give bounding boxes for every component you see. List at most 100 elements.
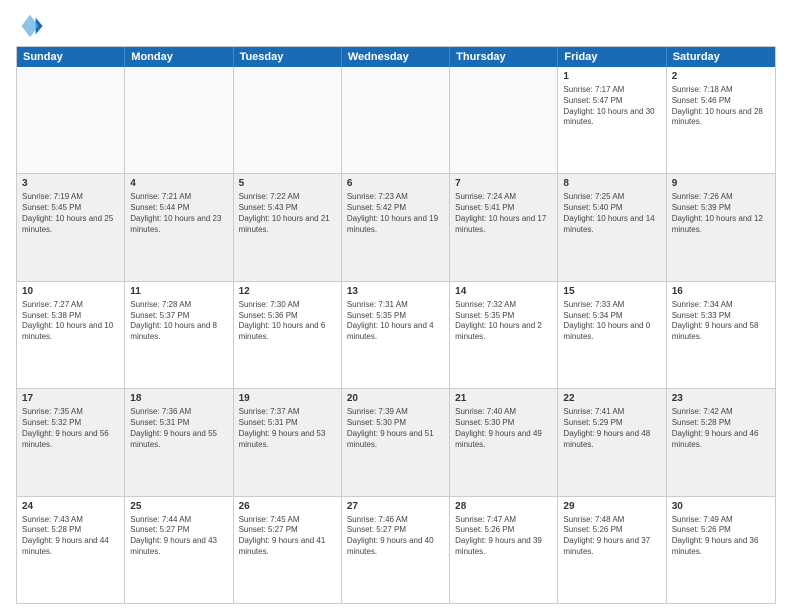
- cal-cell-26: 26Sunrise: 7:45 AM Sunset: 5:27 PM Dayli…: [234, 497, 342, 603]
- cal-row-3: 17 Sunrise: 7:35 AM Sunset: 5:32 PM Dayli…: [17, 388, 775, 495]
- day-number: 15: [563, 285, 660, 298]
- cal-cell-11: 11 Sunrise: 7:28 AM Sunset: 5:37 PM Dayli…: [125, 282, 233, 388]
- page: SundayMondayTuesdayWednesdayThursdayFrid…: [0, 0, 792, 612]
- cell-text: Sunrise: 7:39 AM Sunset: 5:30 PM Dayligh…: [347, 407, 444, 450]
- cell-text: Sunrise: 7:46 AM Sunset: 5:27 PM Dayligh…: [347, 515, 444, 558]
- header-day-friday: Friday: [558, 47, 666, 67]
- cal-cell-8: 8 Sunrise: 7:25 AM Sunset: 5:40 PM Daylig…: [558, 174, 666, 280]
- cal-cell-2: 2 Sunrise: 7:18 AM Sunset: 5:46 PM Daylig…: [667, 67, 775, 173]
- cell-text: Sunrise: 7:41 AM Sunset: 5:29 PM Dayligh…: [563, 407, 660, 450]
- cal-cell-4: 4 Sunrise: 7:21 AM Sunset: 5:44 PM Daylig…: [125, 174, 233, 280]
- cal-cell-12: 12Sunrise: 7:30 AM Sunset: 5:36 PM Dayli…: [234, 282, 342, 388]
- cal-cell-16: 16 Sunrise: 7:34 AM Sunset: 5:33 PM Dayli…: [667, 282, 775, 388]
- cal-cell-6: 6 Sunrise: 7:23 AM Sunset: 5:42 PM Daylig…: [342, 174, 450, 280]
- cal-cell-9: 9 Sunrise: 7:26 AM Sunset: 5:39 PM Daylig…: [667, 174, 775, 280]
- cal-cell-empty-0: [17, 67, 125, 173]
- cell-text: Sunrise: 7:44 AM Sunset: 5:27 PM Dayligh…: [130, 515, 227, 558]
- cal-cell-30: 30Sunrise: 7:49 AM Sunset: 5:26 PM Dayli…: [667, 497, 775, 603]
- day-number: 11: [130, 285, 227, 298]
- day-number: 17: [22, 392, 119, 405]
- day-number: 8: [563, 177, 660, 190]
- cal-cell-25: 25 Sunrise: 7:44 AM Sunset: 5:27 PM Dayli…: [125, 497, 233, 603]
- cell-text: Sunrise: 7:47 AM Sunset: 5:26 PM Dayligh…: [455, 515, 552, 558]
- cell-text: Sunrise: 7:31 AM Sunset: 5:35 PM Dayligh…: [347, 300, 444, 343]
- cell-text: Sunrise: 7:34 AM Sunset: 5:33 PM Dayligh…: [672, 300, 770, 343]
- cell-text: Sunrise: 7:25 AM Sunset: 5:40 PM Dayligh…: [563, 192, 660, 235]
- cell-text: Sunrise: 7:26 AM Sunset: 5:39 PM Dayligh…: [672, 192, 770, 235]
- cal-cell-empty-2: [234, 67, 342, 173]
- header-day-tuesday: Tuesday: [234, 47, 342, 67]
- header-day-saturday: Saturday: [667, 47, 775, 67]
- day-number: 16: [672, 285, 770, 298]
- logo-icon: [16, 12, 44, 40]
- cell-text: Sunrise: 7:18 AM Sunset: 5:46 PM Dayligh…: [672, 85, 770, 128]
- day-number: 27: [347, 500, 444, 513]
- cell-text: Sunrise: 7:37 AM Sunset: 5:31 PM Dayligh…: [239, 407, 336, 450]
- cell-text: Sunrise: 7:17 AM Sunset: 5:47 PM Dayligh…: [563, 85, 660, 128]
- cal-cell-15: 15 Sunrise: 7:33 AM Sunset: 5:34 PM Dayli…: [558, 282, 666, 388]
- header: [16, 12, 776, 40]
- cell-text: Sunrise: 7:43 AM Sunset: 5:28 PM Dayligh…: [22, 515, 119, 558]
- cal-row-0: 1 Sunrise: 7:17 AM Sunset: 5:47 PM Daylig…: [17, 67, 775, 173]
- header-day-sunday: Sunday: [17, 47, 125, 67]
- cell-text: Sunrise: 7:48 AM Sunset: 5:26 PM Dayligh…: [563, 515, 660, 558]
- cal-cell-empty-4: [450, 67, 558, 173]
- day-number: 7: [455, 177, 552, 190]
- calendar-header: SundayMondayTuesdayWednesdayThursdayFrid…: [17, 47, 775, 67]
- day-number: 14: [455, 285, 552, 298]
- day-number: 28: [455, 500, 552, 513]
- day-number: 25: [130, 500, 227, 513]
- cell-text: Sunrise: 7:45 AM Sunset: 5:27 PM Dayligh…: [239, 515, 336, 558]
- cal-cell-21: 21 Sunrise: 7:40 AM Sunset: 5:30 PM Dayli…: [450, 389, 558, 495]
- day-number: 3: [22, 177, 119, 190]
- cell-text: Sunrise: 7:40 AM Sunset: 5:30 PM Dayligh…: [455, 407, 552, 450]
- cell-text: Sunrise: 7:35 AM Sunset: 5:32 PM Dayligh…: [22, 407, 119, 450]
- cell-text: Sunrise: 7:42 AM Sunset: 5:28 PM Dayligh…: [672, 407, 770, 450]
- cal-cell-28: 28 Sunrise: 7:47 AM Sunset: 5:26 PM Dayli…: [450, 497, 558, 603]
- header-day-monday: Monday: [125, 47, 233, 67]
- cell-text: Sunrise: 7:36 AM Sunset: 5:31 PM Dayligh…: [130, 407, 227, 450]
- calendar-body: 1 Sunrise: 7:17 AM Sunset: 5:47 PM Daylig…: [17, 67, 775, 603]
- cal-row-2: 10 Sunrise: 7:27 AM Sunset: 5:38 PM Dayli…: [17, 281, 775, 388]
- day-number: 30: [672, 500, 770, 513]
- day-number: 10: [22, 285, 119, 298]
- day-number: 22: [563, 392, 660, 405]
- cal-cell-5: 5 Sunrise: 7:22 AM Sunset: 5:43 PM Daylig…: [234, 174, 342, 280]
- day-number: 12: [239, 285, 336, 298]
- cal-cell-19: 19 Sunrise: 7:37 AM Sunset: 5:31 PM Dayli…: [234, 389, 342, 495]
- day-number: 18: [130, 392, 227, 405]
- cell-text: Sunrise: 7:28 AM Sunset: 5:37 PM Dayligh…: [130, 300, 227, 343]
- cal-cell-empty-1: [125, 67, 233, 173]
- cell-text: Sunrise: 7:21 AM Sunset: 5:44 PM Dayligh…: [130, 192, 227, 235]
- day-number: 24: [22, 500, 119, 513]
- cell-text: Sunrise: 7:24 AM Sunset: 5:41 PM Dayligh…: [455, 192, 552, 235]
- day-number: 13: [347, 285, 444, 298]
- cell-text: Sunrise: 7:33 AM Sunset: 5:34 PM Dayligh…: [563, 300, 660, 343]
- cal-cell-1: 1 Sunrise: 7:17 AM Sunset: 5:47 PM Daylig…: [558, 67, 666, 173]
- cal-cell-24: 24 Sunrise: 7:43 AM Sunset: 5:28 PM Dayli…: [17, 497, 125, 603]
- day-number: 1: [563, 70, 660, 83]
- day-number: 4: [130, 177, 227, 190]
- logo: [16, 12, 48, 40]
- cal-cell-20: 20Sunrise: 7:39 AM Sunset: 5:30 PM Dayli…: [342, 389, 450, 495]
- day-number: 19: [239, 392, 336, 405]
- day-number: 5: [239, 177, 336, 190]
- day-number: 2: [672, 70, 770, 83]
- cal-cell-22: 22 Sunrise: 7:41 AM Sunset: 5:29 PM Dayli…: [558, 389, 666, 495]
- cal-cell-29: 29Sunrise: 7:48 AM Sunset: 5:26 PM Dayli…: [558, 497, 666, 603]
- day-number: 21: [455, 392, 552, 405]
- cal-cell-18: 18 Sunrise: 7:36 AM Sunset: 5:31 PM Dayli…: [125, 389, 233, 495]
- cal-cell-10: 10 Sunrise: 7:27 AM Sunset: 5:38 PM Dayli…: [17, 282, 125, 388]
- cell-text: Sunrise: 7:23 AM Sunset: 5:42 PM Dayligh…: [347, 192, 444, 235]
- cell-text: Sunrise: 7:22 AM Sunset: 5:43 PM Dayligh…: [239, 192, 336, 235]
- day-number: 6: [347, 177, 444, 190]
- day-number: 9: [672, 177, 770, 190]
- cal-cell-17: 17 Sunrise: 7:35 AM Sunset: 5:32 PM Dayli…: [17, 389, 125, 495]
- cal-cell-14: 14Sunrise: 7:32 AM Sunset: 5:35 PM Dayli…: [450, 282, 558, 388]
- header-day-wednesday: Wednesday: [342, 47, 450, 67]
- cal-cell-empty-3: [342, 67, 450, 173]
- cal-cell-7: 7 Sunrise: 7:24 AM Sunset: 5:41 PM Daylig…: [450, 174, 558, 280]
- cell-text: Sunrise: 7:27 AM Sunset: 5:38 PM Dayligh…: [22, 300, 119, 343]
- cal-row-1: 3Sunrise: 7:19 AM Sunset: 5:45 PM Daylig…: [17, 173, 775, 280]
- cal-cell-3: 3Sunrise: 7:19 AM Sunset: 5:45 PM Daylig…: [17, 174, 125, 280]
